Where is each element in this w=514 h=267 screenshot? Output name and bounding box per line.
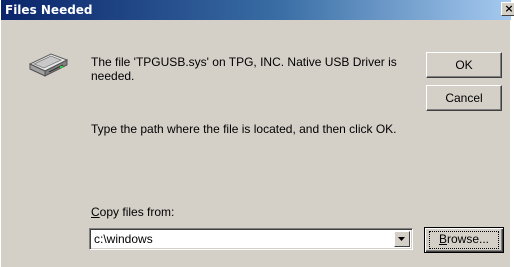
path-instruction-text: Type the path where the file is located,…: [91, 122, 397, 136]
close-icon: ×: [504, 2, 514, 15]
title-bar[interactable]: Files Needed ×: [1, 0, 514, 20]
dropdown-button[interactable]: [394, 231, 410, 247]
focus-rectangle: [429, 231, 499, 249]
files-needed-dialog: Files Needed × The file 'TPGUSB.sys' on …: [0, 0, 514, 267]
cancel-button[interactable]: Cancel: [426, 85, 502, 111]
copy-label-accelerator: C: [91, 205, 100, 219]
chevron-down-icon: [398, 237, 405, 241]
file-needed-message: The file 'TPGUSB.sys' on TPG, INC. Nativ…: [91, 55, 397, 83]
copy-files-from-combobox[interactable]: c:\windows: [89, 228, 413, 250]
ok-button[interactable]: OK: [426, 52, 502, 78]
copy-files-from-label: Copy files from:: [91, 205, 174, 219]
browse-button[interactable]: Browse...: [424, 227, 504, 253]
path-input[interactable]: c:\windows: [94, 232, 153, 246]
removable-disk-icon: [27, 52, 69, 78]
window-title: Files Needed: [5, 3, 93, 17]
copy-label-text: opy files from:: [99, 205, 175, 219]
close-button[interactable]: ×: [501, 2, 514, 16]
